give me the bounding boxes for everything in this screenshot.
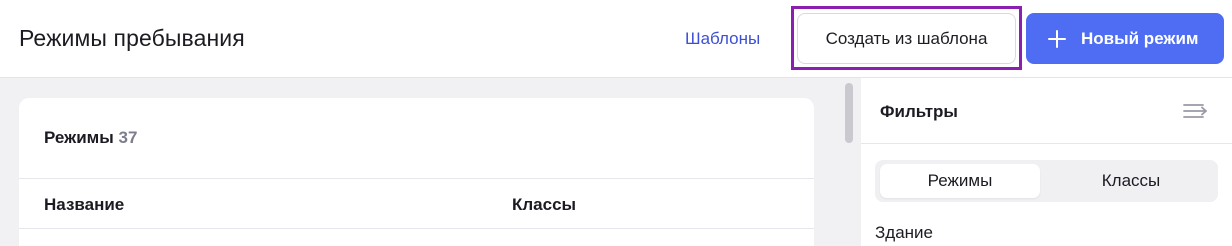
tab-classes[interactable]: Классы [1049, 164, 1213, 198]
filters-header: Фильтры [861, 78, 1232, 144]
collapse-right-icon-graphic [1183, 104, 1207, 118]
modes-card: Режимы 37 Название Классы [19, 98, 814, 246]
modes-card-title: Режимы 37 [44, 128, 137, 148]
filters-title: Фильтры [880, 102, 958, 121]
create-from-template-button[interactable]: Создать из шаблона [797, 13, 1016, 64]
column-header-name[interactable]: Название [44, 195, 124, 215]
column-header-classes[interactable]: Классы [512, 195, 576, 215]
filter-tabs: Режимы Классы [875, 160, 1218, 202]
filters-panel: Фильтры Режимы Классы Здание [861, 78, 1232, 246]
new-mode-label: Новый режим [1081, 28, 1199, 48]
building-filter-label: Здание [875, 223, 933, 242]
card-divider [19, 228, 814, 229]
modes-count-badge: 37 [118, 128, 138, 147]
collapse-right-icon[interactable] [1183, 102, 1209, 120]
tab-modes[interactable]: Режимы [880, 164, 1040, 198]
page-title: Режимы пребывания [19, 25, 245, 51]
card-divider [19, 178, 814, 179]
scrollbar-thumb[interactable] [845, 83, 853, 143]
plus-icon [1048, 29, 1066, 48]
modes-title-text: Режимы [44, 128, 114, 147]
new-mode-button[interactable]: Новый режим [1026, 13, 1224, 64]
templates-link[interactable]: Шаблоны [685, 29, 760, 49]
create-from-template-label: Создать из шаблона [825, 28, 988, 48]
